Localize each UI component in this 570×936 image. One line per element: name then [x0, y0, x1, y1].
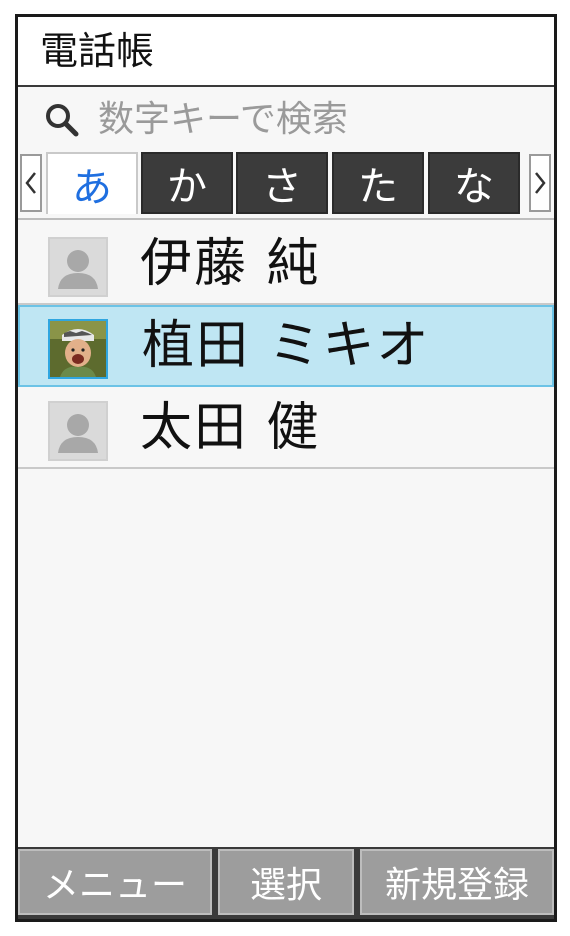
default-person-icon: [48, 401, 108, 461]
select-button[interactable]: 選択: [218, 849, 354, 915]
chevron-right-icon[interactable]: [529, 154, 551, 212]
new-contact-button[interactable]: 新規登録: [360, 849, 554, 915]
contact-name: 伊藤 純: [140, 234, 321, 294]
phone-screen: 電話帳 数字キーで検索 あ か さ た な 伊藤 純 植田 ミキオ 太田 健 メ…: [15, 14, 557, 922]
tab-a[interactable]: あ: [46, 152, 138, 214]
page-title: 電話帳: [40, 29, 155, 73]
search-bar[interactable]: 数字キーで検索: [18, 92, 554, 148]
contact-name: 太田 健: [140, 398, 321, 458]
contact-row[interactable]: 太田 健: [18, 387, 554, 469]
tab-divider: [18, 218, 554, 220]
title-bar: 電話帳: [18, 17, 554, 87]
search-input[interactable]: 数字キーで検索: [98, 96, 348, 144]
search-icon: [44, 102, 80, 138]
tab-ka[interactable]: か: [141, 152, 233, 214]
tab-na[interactable]: な: [428, 152, 520, 214]
contact-name: 植田 ミキオ: [142, 316, 431, 376]
contact-photo: [48, 319, 108, 379]
softkey-bar: メニュー 選択 新規登録: [18, 847, 554, 919]
default-person-icon: [48, 237, 108, 297]
contact-row[interactable]: 伊藤 純: [18, 223, 554, 305]
tab-ta[interactable]: た: [332, 152, 424, 214]
menu-button[interactable]: メニュー: [18, 849, 212, 915]
chevron-left-icon[interactable]: [20, 154, 42, 212]
index-tabs: あ か さ た な: [18, 150, 554, 216]
tab-sa[interactable]: さ: [236, 152, 328, 214]
contact-row-selected[interactable]: 植田 ミキオ: [18, 305, 554, 387]
